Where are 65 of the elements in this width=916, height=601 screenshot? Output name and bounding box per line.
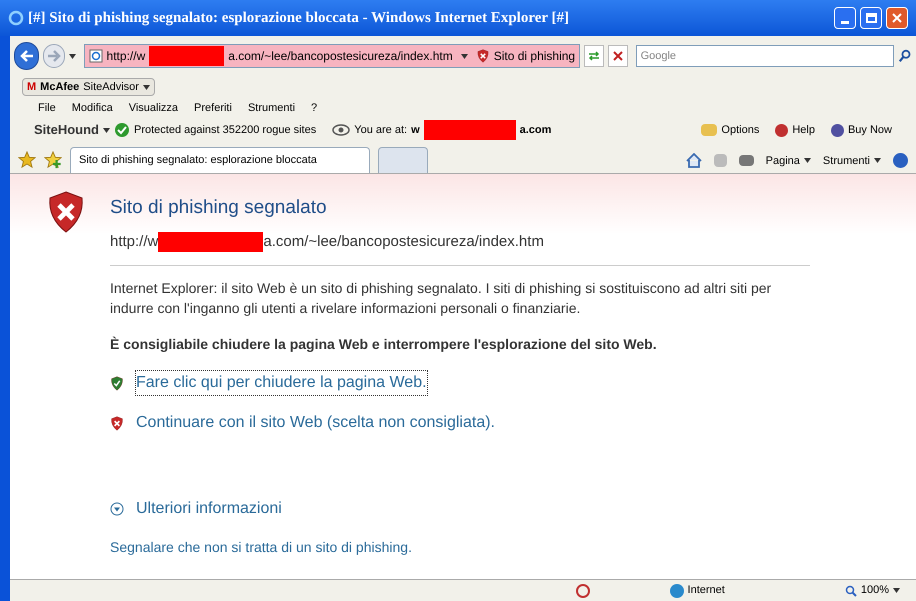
- close-button[interactable]: [886, 7, 908, 29]
- page-menu-button[interactable]: Pagina: [766, 152, 811, 169]
- caret-icon: [68, 54, 76, 58]
- help-button[interactable]: Help: [775, 122, 815, 138]
- check-icon: [114, 122, 130, 138]
- zoom-button[interactable]: 100%: [844, 582, 900, 599]
- site-text: a.com: [520, 122, 552, 138]
- description-text: Internet Explorer: il sito Web è un sito di phishing segnalato. I siti di phishing si sostituiscono ad altri siti per indurre con l'inganno gli utenti a rivelare informazioni personali o finanziarie.: [110, 279, 772, 318]
- stop-button[interactable]: [608, 45, 628, 67]
- menu-item[interactable]: Preferiti: [194, 100, 232, 116]
- caret-icon: [103, 128, 110, 132]
- protection-status: Protected against 352200 rogue sites: [134, 122, 316, 138]
- url-text: a.com/~lee/bancopostesicureza/index.htm: [228, 48, 453, 65]
- forward-arrow-icon: [46, 50, 61, 62]
- caret-icon: [893, 588, 900, 593]
- refresh-arrows-icon: [588, 51, 600, 61]
- star-icon[interactable]: [18, 151, 36, 169]
- shield-icon: [110, 416, 124, 430]
- location-label: You are at:: [354, 122, 408, 138]
- maximize-button[interactable]: [860, 7, 882, 29]
- minimize-button[interactable]: [834, 7, 856, 29]
- add-star-icon[interactable]: [44, 151, 62, 169]
- blocked-url: a.com/~lee/bancopostesicureza/index.htm: [263, 232, 544, 252]
- caret-icon: [460, 54, 468, 58]
- shield-icon: [110, 376, 124, 390]
- expand-icon[interactable]: [110, 502, 124, 516]
- shield-icon: [476, 49, 490, 63]
- action-link[interactable]: Fare clic qui per chiudere la pagina Web.: [136, 371, 427, 395]
- action-link[interactable]: Continuare con il sito Web (scelta non consigliata).: [136, 411, 495, 435]
- search-icon[interactable]: [898, 48, 912, 64]
- url-text: http://w: [106, 48, 146, 65]
- caret-icon: [142, 84, 150, 90]
- menu-item[interactable]: Visualizza: [128, 100, 178, 116]
- caret-icon: [874, 158, 881, 164]
- tools-menu-button[interactable]: Strumenti: [822, 152, 881, 169]
- window-title: [#] Sito di phishing segnalato: esplorazione bloccata - Windows Internet Explorer [#]: [28, 8, 570, 28]
- options-button[interactable]: Options: [701, 122, 760, 138]
- refresh-button[interactable]: [584, 45, 604, 67]
- menu-item[interactable]: Strumenti: [248, 100, 296, 116]
- menu-item[interactable]: Modifica: [72, 100, 113, 116]
- sitehound-button[interactable]: SiteHound: [34, 120, 110, 140]
- magnifier-icon: [844, 584, 857, 596]
- page-title: Sito di phishing segnalato: [110, 196, 328, 220]
- zone-text: Internet: [688, 583, 725, 598]
- close-icon: [892, 13, 902, 23]
- more-info-link[interactable]: Ulteriori informazioni: [136, 497, 282, 521]
- report-link[interactable]: Segnalare che non si tratta di un sito di phishing.: [110, 537, 810, 558]
- site-text: w: [411, 122, 420, 138]
- phishing-warning[interactable]: Sito di phishing: [494, 47, 576, 65]
- blocked-url: http://w: [110, 232, 158, 252]
- search-field[interactable]: Google: [636, 45, 894, 67]
- back-arrow-icon: [20, 50, 34, 62]
- close-icon: [612, 51, 623, 61]
- siteadvisor-button[interactable]: M McAfee SiteAdvisor: [22, 78, 155, 96]
- menu-item[interactable]: File: [38, 100, 56, 116]
- browser-tab[interactable]: Sito di phishing segnalato: esplorazione bloccata: [70, 147, 370, 173]
- back-button[interactable]: [14, 42, 40, 70]
- buy-button[interactable]: Buy Now: [830, 122, 892, 138]
- menu-item[interactable]: ?: [311, 100, 318, 116]
- eye-icon: [332, 124, 350, 136]
- advice-text: È consigliabile chiudere la pagina Web e interrompere l'esplorazione del sito Web.: [110, 335, 658, 354]
- page-icon: [88, 49, 103, 63]
- address-field[interactable]: http://w a.com/~lee/bancopostesicureza/index.htm Sito di phishing: [84, 44, 580, 68]
- home-icon[interactable]: [686, 153, 702, 168]
- caret-icon: [804, 158, 811, 164]
